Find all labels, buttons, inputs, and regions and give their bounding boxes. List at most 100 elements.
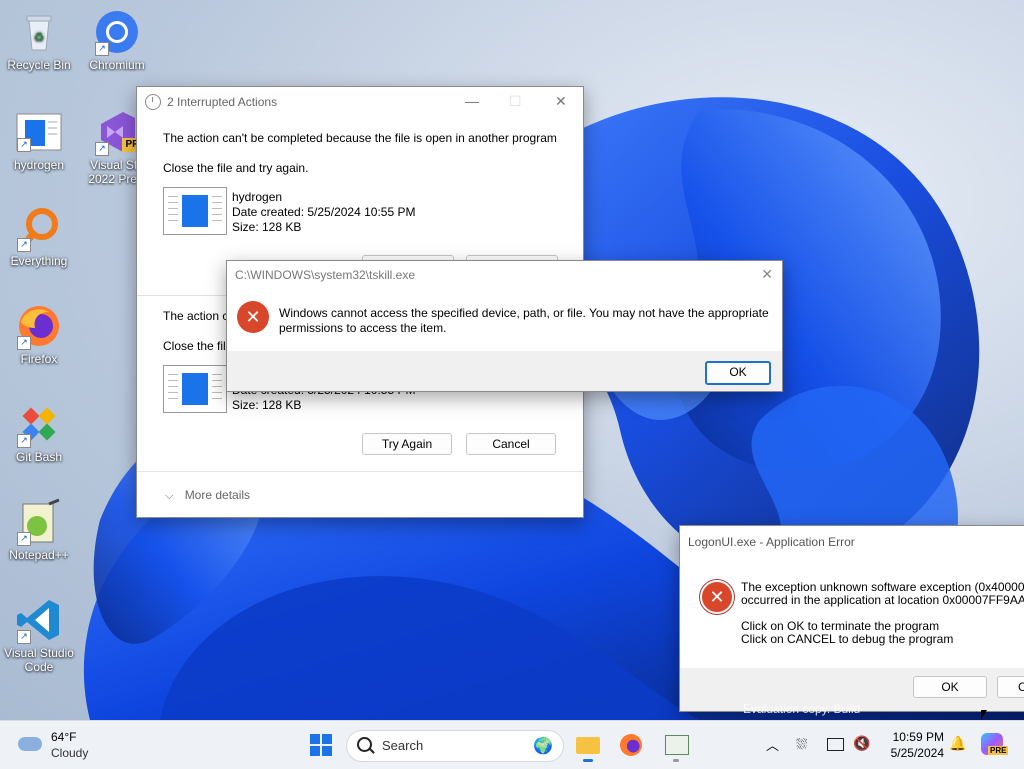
icon-label: hydrogen [13, 158, 65, 172]
display-icon [827, 738, 844, 751]
search-icon-handle [369, 748, 375, 754]
everything-search-icon: ↗ [15, 204, 63, 252]
svg-text:♻: ♻ [34, 30, 45, 44]
minimize-button[interactable]: — [465, 93, 479, 109]
tskill-message: Windows cannot access the specified devi… [279, 306, 769, 335]
speaker-muted-icon: 🔇 [853, 735, 871, 751]
weather-temp: 64°F [51, 730, 77, 744]
weather-desc: Cloudy [51, 746, 89, 760]
cloud-icon [18, 737, 42, 751]
close-file-instruction-2: Close the fil [163, 339, 226, 353]
desktop-icon-chromium[interactable]: ↗ Chromium [79, 8, 155, 72]
dialog-title: LogonUI.exe - Application Error [688, 535, 855, 549]
close-icon[interactable]: ✕ [761, 266, 773, 283]
file-thumbnail-1 [163, 187, 227, 235]
display-tray-button[interactable] [826, 729, 846, 761]
desktop-icon-vscode[interactable]: ↗ Visual Studio Code [1, 596, 77, 674]
desktop-icon-notepad-plus-plus[interactable]: ↗ Notepad++ [1, 498, 77, 562]
try-again-button[interactable]: Try Again [362, 433, 452, 455]
icon-label-line2: Code [24, 660, 54, 674]
close-file-instruction-1: Close the file and try again. [163, 161, 309, 175]
notepad-plus-plus-icon: ↗ [15, 498, 63, 546]
file-size-2: Size: 128 KB [232, 398, 302, 412]
tskill-body: ✕ Windows cannot access the specified de… [227, 289, 782, 351]
maximize-button[interactable]: ☐ [509, 93, 522, 110]
chevron-down-icon: ⌵ [165, 490, 174, 502]
logonui-error-dialog: LogonUI.exe - Application Error ✕ The ex… [679, 525, 1024, 712]
copilot-pre-badge: PRE [988, 746, 1009, 755]
file-date-created: Date created: 5/25/2024 10:55 PM [232, 205, 416, 219]
icon-label: Recycle Bin [7, 58, 71, 72]
active-indicator [583, 759, 593, 762]
chevron-up-icon: ︿ [766, 738, 780, 753]
volume-tray-button[interactable]: 🔇 [852, 729, 872, 761]
dialog-title: 2 Interrupted Actions [167, 95, 278, 109]
chromium-icon: ↗ [93, 8, 141, 56]
exception-line-1: The exception unknown software exception… [741, 580, 1024, 594]
clock-time: 10:59 PM [892, 730, 944, 744]
network-tray-button[interactable]: ⛆ [795, 729, 815, 761]
debug-instruction: Click on CANCEL to debug the program [741, 632, 954, 646]
hydrogen-file-icon: ↗ [15, 108, 63, 156]
icon-label: Notepad++ [9, 548, 69, 562]
icon-label: Everything [10, 254, 68, 268]
tskill-error-dialog: C:\WINDOWS\system32\tskill.exe ✕ ✕ Windo… [226, 260, 783, 392]
weather-widget[interactable]: 64°F Cloudy [16, 729, 106, 761]
icon-label-line1: Visual Studio [4, 646, 74, 660]
error-icon: ✕ [237, 301, 269, 333]
cancel-button[interactable]: Cancel [466, 433, 556, 455]
desktop: ♻ Recycle Bin ↗ Chromium ↗ hydrogen PRE … [0, 0, 1024, 720]
windows-logo-icon [310, 734, 332, 756]
desktop-icon-firefox[interactable]: ↗ Firefox [1, 302, 77, 366]
clock-icon [145, 94, 161, 110]
close-button[interactable]: ✕ [555, 93, 567, 110]
file-size: Size: 128 KB [232, 220, 302, 234]
desktop-icon-hydrogen[interactable]: ↗ hydrogen [1, 108, 77, 172]
desktop-icon-recycle-bin[interactable]: ♻ Recycle Bin [1, 8, 77, 72]
evaluation-watermark: Evaluation copy. Build [743, 702, 861, 716]
mouse-cursor-icon [981, 710, 987, 720]
error-icon: ✕ [700, 580, 734, 614]
git-bash-icon: ↗ [15, 400, 63, 448]
desktop-icon-git-bash[interactable]: ↗ Git Bash [1, 400, 77, 464]
firefox-taskbar-button[interactable] [620, 729, 644, 761]
more-details-toggle[interactable]: ⌵ More details [165, 488, 250, 503]
show-hidden-icons-button[interactable]: ︿ [764, 729, 780, 761]
copilot-button[interactable]: PRE [980, 729, 1009, 761]
ok-button[interactable]: OK [913, 676, 987, 698]
search-highlight-icon: 🌍 [533, 738, 553, 755]
logonui-body: ✕ The exception unknown software excepti… [680, 556, 1024, 668]
logonui-titlebar: LogonUI.exe - Application Error [680, 526, 1024, 556]
more-details-label: More details [184, 488, 251, 502]
taskbar: 64°F Cloudy Search 🌍 ︿ ⛆ 🔇 10:59 PM 5/25… [0, 720, 1024, 769]
conflict-message-1: The action can't be completed because th… [163, 131, 557, 145]
icon-label: Chromium [89, 58, 145, 72]
clock-date: 5/25/2024 [890, 746, 944, 760]
taskbar-search[interactable]: Search 🌍 [346, 730, 564, 762]
ok-button[interactable]: OK [705, 361, 771, 385]
icon-label: Git Bash [15, 450, 63, 464]
folder-icon [576, 737, 600, 754]
clock[interactable]: 10:59 PM 5/25/2024 [880, 729, 944, 761]
vscode-icon: ↗ [15, 596, 63, 644]
tskill-titlebar: C:\WINDOWS\system32\tskill.exe ✕ [227, 261, 782, 289]
dialog-title: C:\WINDOWS\system32\tskill.exe [235, 268, 416, 282]
cancel-button[interactable]: C [997, 676, 1024, 698]
notifications-button[interactable]: 🔔 [948, 729, 967, 761]
bell-icon: 🔔 [949, 735, 967, 751]
desktop-icon-everything[interactable]: ↗ Everything [1, 204, 77, 268]
start-button[interactable] [307, 729, 335, 761]
running-indicator [673, 759, 679, 762]
terminate-instruction: Click on OK to terminate the program [741, 619, 940, 633]
conflict-message-2: The action c [163, 309, 229, 323]
recycle-bin-icon: ♻ [15, 8, 63, 56]
file-explorer-taskbar-button[interactable] [576, 729, 600, 762]
firefox-icon [620, 734, 642, 756]
exception-line-2: occurred in the application at location … [741, 593, 1024, 607]
visual-studio-preview-icon: PRE ↗ [93, 108, 149, 156]
network-disconnected-icon: ⛆ [796, 736, 808, 752]
firefox-icon: ↗ [15, 302, 63, 350]
search-label: Search [382, 738, 424, 753]
task-manager-taskbar-button[interactable] [664, 729, 690, 762]
app-window-icon [665, 735, 689, 755]
